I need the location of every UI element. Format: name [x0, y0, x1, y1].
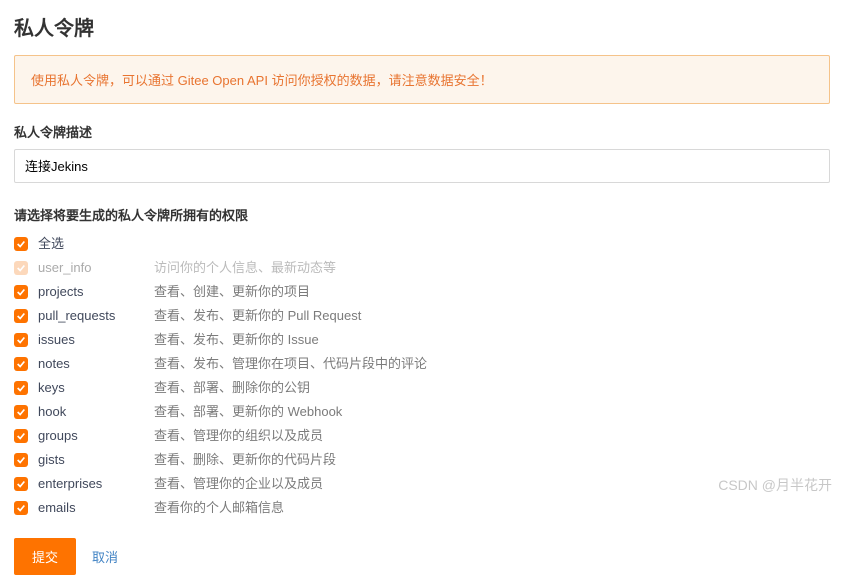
permission-row-emails: emails查看你的个人邮箱信息: [14, 496, 830, 520]
select-all-row: 全选: [14, 232, 830, 256]
permission-desc: 查看、部署、删除你的公钥: [154, 378, 310, 398]
permission-row-user_info: user_info访问你的个人信息、最新动态等: [14, 256, 830, 280]
permission-checkbox-gists[interactable]: [14, 453, 28, 467]
permissions-label: 请选择将要生成的私人令牌所拥有的权限: [14, 205, 830, 224]
submit-button[interactable]: 提交: [14, 538, 76, 575]
check-icon: [16, 311, 26, 321]
permission-row-projects: projects查看、创建、更新你的项目: [14, 280, 830, 304]
permission-desc: 查看、部署、更新你的 Webhook: [154, 402, 342, 422]
permission-checkbox-emails[interactable]: [14, 501, 28, 515]
permission-checkbox-enterprises[interactable]: [14, 477, 28, 491]
permission-row-gists: gists查看、删除、更新你的代码片段: [14, 448, 830, 472]
alert-suffix: 访问你授权的数据，请注意数据安全！: [268, 73, 493, 88]
permission-name: pull_requests: [38, 306, 154, 326]
check-icon: [16, 359, 26, 369]
check-icon: [16, 335, 26, 345]
check-icon: [16, 263, 26, 273]
permission-checkbox-groups[interactable]: [14, 429, 28, 443]
permission-row-pull_requests: pull_requests查看、发布、更新你的 Pull Request: [14, 304, 830, 328]
permission-name: gists: [38, 450, 154, 470]
permission-checkbox-keys[interactable]: [14, 381, 28, 395]
alert-prefix: 使用私人令牌，可以通过: [31, 73, 178, 88]
permission-checkbox-notes[interactable]: [14, 357, 28, 371]
permission-desc: 查看、管理你的企业以及成员: [154, 474, 323, 494]
permission-name: projects: [38, 282, 154, 302]
check-icon: [16, 239, 26, 249]
permission-desc: 查看、发布、更新你的 Pull Request: [154, 306, 361, 326]
description-input-wrap: [14, 149, 830, 183]
permission-name: groups: [38, 426, 154, 446]
open-api-link[interactable]: Gitee Open API: [178, 73, 268, 88]
page-title: 私人令牌: [14, 12, 830, 41]
permission-row-issues: issues查看、发布、更新你的 Issue: [14, 328, 830, 352]
permissions-list: 全选 user_info访问你的个人信息、最新动态等projects查看、创建、…: [14, 232, 830, 520]
permission-name: emails: [38, 498, 154, 518]
permission-row-keys: keys查看、部署、删除你的公钥: [14, 376, 830, 400]
check-icon: [16, 407, 26, 417]
check-icon: [16, 455, 26, 465]
permission-name: issues: [38, 330, 154, 350]
select-all-label: 全选: [38, 234, 154, 254]
permission-checkbox-hook[interactable]: [14, 405, 28, 419]
actions-bar: 提交 取消: [14, 538, 830, 575]
check-icon: [16, 431, 26, 441]
permission-name: enterprises: [38, 474, 154, 494]
security-alert: 使用私人令牌，可以通过 Gitee Open API 访问你授权的数据，请注意数…: [14, 55, 830, 104]
permission-name: notes: [38, 354, 154, 374]
permission-desc: 查看、发布、管理你在项目、代码片段中的评论: [154, 354, 427, 374]
permission-desc: 查看、删除、更新你的代码片段: [154, 450, 336, 470]
permission-checkbox-projects[interactable]: [14, 285, 28, 299]
check-icon: [16, 479, 26, 489]
check-icon: [16, 383, 26, 393]
description-input[interactable]: [25, 158, 819, 173]
permission-name: keys: [38, 378, 154, 398]
cancel-button[interactable]: 取消: [92, 547, 118, 566]
select-all-checkbox[interactable]: [14, 237, 28, 251]
permission-checkbox-pull_requests[interactable]: [14, 309, 28, 323]
description-label: 私人令牌描述: [14, 122, 830, 141]
permission-desc: 查看、发布、更新你的 Issue: [154, 330, 319, 350]
permission-desc: 查看你的个人邮箱信息: [154, 498, 284, 518]
permission-checkbox-issues[interactable]: [14, 333, 28, 347]
permission-desc: 查看、管理你的组织以及成员: [154, 426, 323, 446]
permission-desc: 访问你的个人信息、最新动态等: [154, 258, 336, 278]
permission-row-hook: hook查看、部署、更新你的 Webhook: [14, 400, 830, 424]
permission-name: hook: [38, 402, 154, 422]
permission-name: user_info: [38, 258, 154, 278]
permission-row-notes: notes查看、发布、管理你在项目、代码片段中的评论: [14, 352, 830, 376]
permission-desc: 查看、创建、更新你的项目: [154, 282, 310, 302]
check-icon: [16, 287, 26, 297]
permission-row-groups: groups查看、管理你的组织以及成员: [14, 424, 830, 448]
permission-row-enterprises: enterprises查看、管理你的企业以及成员: [14, 472, 830, 496]
permission-checkbox-user_info: [14, 261, 28, 275]
